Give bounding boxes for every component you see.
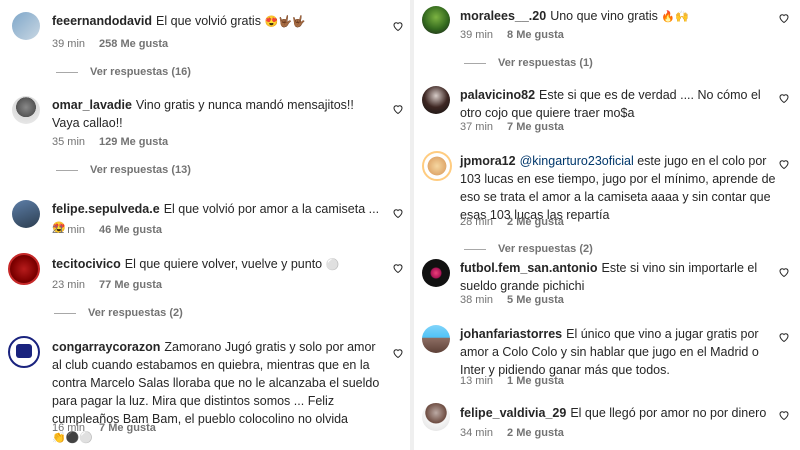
- heart-icon[interactable]: [392, 262, 404, 274]
- like-count[interactable]: 258 Me gusta: [99, 38, 168, 50]
- comment-username[interactable]: johanfariastorres: [460, 327, 562, 341]
- comment-emoji: 🔥🙌: [661, 11, 689, 23]
- like-count[interactable]: 8 Me gusta: [507, 29, 564, 41]
- avatar[interactable]: [422, 403, 450, 431]
- comment-time: 21 min: [52, 224, 86, 236]
- reply-line: [56, 71, 78, 73]
- comment: feeernandodavid El que volvió gratis 😍🤟🏾🤟…: [0, 0, 410, 90]
- heart-icon[interactable]: [778, 158, 790, 170]
- comment-text: El que volvió gratis: [156, 14, 261, 28]
- reply-line: [54, 312, 76, 314]
- avatar[interactable]: [8, 253, 40, 285]
- like-count[interactable]: 1 Me gusta: [507, 375, 564, 387]
- view-replies-button[interactable]: Ver respuestas (13): [56, 164, 191, 176]
- heart-icon[interactable]: [778, 92, 790, 104]
- reply-line: [464, 62, 486, 64]
- comment-username[interactable]: felipe_valdivia_29: [460, 406, 566, 420]
- comment-emoji: 😍🤟🏾🤟🏾: [264, 16, 306, 28]
- view-replies-button[interactable]: Ver respuestas (16): [56, 66, 191, 78]
- comment-time: 35 min: [52, 136, 86, 148]
- avatar[interactable]: [8, 336, 40, 368]
- reply-line: [464, 248, 486, 250]
- comment-username[interactable]: jpmora12: [460, 154, 516, 168]
- comment-username[interactable]: feeernandodavid: [52, 14, 152, 28]
- heart-icon[interactable]: [778, 409, 790, 421]
- like-count[interactable]: 7 Me gusta: [507, 121, 564, 133]
- comment: tecitocivico El que quiere volver, vuelve…: [0, 245, 410, 330]
- view-replies-button[interactable]: Ver respuestas (1): [464, 57, 593, 69]
- comment-text: El que quiere volver, vuelve y punto: [124, 257, 323, 271]
- avatar[interactable]: [12, 200, 40, 228]
- comment-username[interactable]: moralees__.20: [460, 9, 546, 23]
- comment: felipe_valdivia_29 El que llegó por amor …: [414, 397, 800, 450]
- heart-icon[interactable]: [778, 12, 790, 24]
- comment-time: 39 min: [52, 38, 86, 50]
- comment-time: 38 min: [460, 294, 494, 306]
- comment: moralees__.20 Uno que vino gratis 🔥🙌 39 m…: [414, 0, 800, 80]
- comment-username[interactable]: felipe.sepulveda.e: [52, 202, 160, 216]
- comment-text: El que volvió por amor a la camiseta ...: [163, 202, 380, 216]
- like-count[interactable]: 46 Me gusta: [99, 224, 162, 236]
- heart-icon[interactable]: [392, 347, 404, 359]
- comment: jpmora12 @kingarturo23oficial este jugo e…: [414, 145, 800, 257]
- like-count[interactable]: 2 Me gusta: [507, 216, 564, 228]
- heart-icon[interactable]: [778, 266, 790, 278]
- comment-username[interactable]: congarraycorazon: [52, 340, 160, 354]
- avatar[interactable]: [422, 86, 450, 114]
- view-replies-button[interactable]: Ver respuestas (2): [54, 307, 183, 319]
- avatar[interactable]: [422, 325, 450, 353]
- like-count[interactable]: 2 Me gusta: [507, 427, 564, 439]
- avatar[interactable]: [12, 12, 40, 40]
- comment-text: Uno que vino gratis: [550, 9, 658, 23]
- heart-icon[interactable]: [778, 331, 790, 343]
- comment: futbol.fem_san.antonio Este si vino sin i…: [414, 257, 800, 317]
- comments-column-right: moralees__.20 Uno que vino gratis 🔥🙌 39 m…: [414, 0, 800, 450]
- comment-time: 37 min: [460, 121, 494, 133]
- comment-username[interactable]: futbol.fem_san.antonio: [460, 261, 598, 275]
- comment: omar_lavadie Vino gratis y nunca mandó me…: [0, 90, 410, 190]
- mention-link[interactable]: @kingarturo23oficial: [520, 154, 634, 168]
- comment-time: 23 min: [52, 279, 86, 291]
- comment-username[interactable]: omar_lavadie: [52, 98, 132, 112]
- comment-time: 16 min: [52, 422, 86, 434]
- comment-text: El que llegó por amor no por dinero: [570, 406, 767, 420]
- comment-emoji: ⚪: [325, 259, 340, 271]
- comment-username[interactable]: palavicino82: [460, 88, 535, 102]
- heart-icon[interactable]: [392, 20, 404, 32]
- like-count[interactable]: 7 Me gusta: [99, 422, 156, 434]
- comment: congarraycorazon Zamorano Jugó gratis y s…: [0, 330, 410, 450]
- comment-username[interactable]: tecitocivico: [52, 257, 121, 271]
- avatar[interactable]: [12, 96, 40, 124]
- heart-icon[interactable]: [392, 103, 404, 115]
- view-replies-button[interactable]: Ver respuestas (2): [464, 243, 593, 255]
- like-count[interactable]: 5 Me gusta: [507, 294, 564, 306]
- avatar[interactable]: [422, 259, 450, 287]
- comment: palavicino82 Este si que es de verdad ...…: [414, 80, 800, 145]
- comment: johanfariastorres El único que vino a jug…: [414, 317, 800, 397]
- heart-icon[interactable]: [392, 207, 404, 219]
- comment-time: 28 min: [460, 216, 494, 228]
- avatar[interactable]: [422, 151, 452, 181]
- comment: felipe.sepulveda.e El que volvió por amor…: [0, 190, 410, 245]
- comment-time: 39 min: [460, 29, 494, 41]
- like-count[interactable]: 77 Me gusta: [99, 279, 162, 291]
- reply-line: [56, 169, 78, 171]
- like-count[interactable]: 129 Me gusta: [99, 136, 168, 148]
- comment-time: 34 min: [460, 427, 494, 439]
- comments-column-left: feeernandodavid El que volvió gratis 😍🤟🏾🤟…: [0, 0, 410, 450]
- comment-time: 13 min: [460, 375, 494, 387]
- avatar[interactable]: [422, 6, 450, 34]
